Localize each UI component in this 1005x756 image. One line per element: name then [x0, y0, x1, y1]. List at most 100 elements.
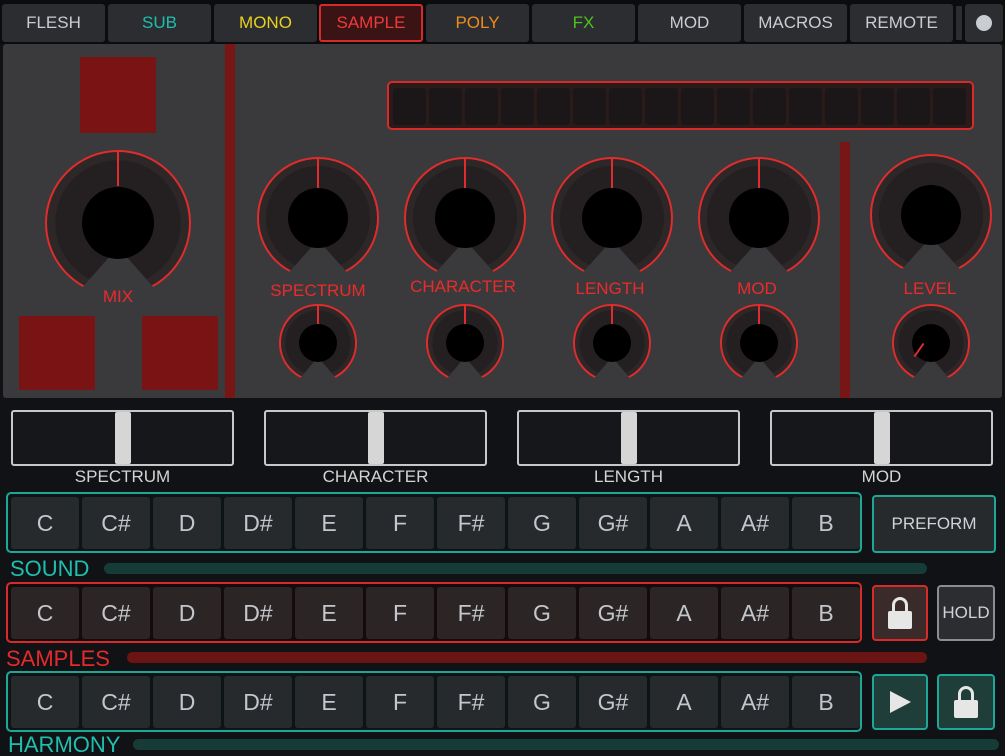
note-key[interactable]: G: [508, 676, 576, 728]
tab-flesh[interactable]: FLESH: [2, 4, 105, 42]
pad-top[interactable]: [80, 57, 156, 133]
note-key[interactable]: C#: [82, 676, 150, 728]
mod-mod-knob[interactable]: [720, 304, 798, 383]
note-key[interactable]: D: [153, 497, 221, 549]
seq-step[interactable]: [933, 88, 966, 125]
note-key[interactable]: D#: [224, 497, 292, 549]
samples-label: SAMPLES: [6, 646, 110, 671]
panel-divider-right: [840, 142, 850, 398]
seq-step[interactable]: [753, 88, 786, 125]
samples-lock-button[interactable]: [872, 585, 928, 641]
length-slider[interactable]: [517, 410, 740, 466]
seq-step[interactable]: [573, 88, 606, 125]
note-key[interactable]: F: [366, 587, 434, 639]
note-key[interactable]: A: [650, 676, 718, 728]
tab-sub[interactable]: SUB: [108, 4, 211, 42]
seq-step[interactable]: [681, 88, 714, 125]
mod-knob[interactable]: [698, 157, 820, 280]
length-knob[interactable]: [551, 157, 673, 280]
seq-step[interactable]: [861, 88, 894, 125]
tab-remote[interactable]: REMOTE: [850, 4, 953, 42]
slider-thumb[interactable]: [115, 412, 131, 464]
note-key[interactable]: G: [508, 587, 576, 639]
note-key[interactable]: B: [792, 497, 860, 549]
note-key[interactable]: F: [366, 497, 434, 549]
note-key[interactable]: A#: [721, 676, 789, 728]
tab-label: MONO: [239, 13, 292, 32]
note-key[interactable]: C#: [82, 497, 150, 549]
tab-label: FX: [572, 13, 595, 32]
seq-step[interactable]: [501, 88, 534, 125]
note-key[interactable]: B: [792, 676, 860, 728]
seq-step[interactable]: [897, 88, 930, 125]
tab-fx[interactable]: FX: [532, 4, 635, 42]
seq-step[interactable]: [465, 88, 498, 125]
note-key[interactable]: G#: [579, 497, 647, 549]
note-key[interactable]: A#: [721, 497, 789, 549]
mod-slider[interactable]: [770, 410, 993, 466]
seq-step[interactable]: [789, 88, 822, 125]
seq-step[interactable]: [537, 88, 570, 125]
slider-thumb[interactable]: [368, 412, 384, 464]
note-key[interactable]: C: [11, 587, 79, 639]
tab-label: SUB: [142, 13, 177, 32]
note-key[interactable]: E: [295, 587, 363, 639]
status-dot-icon[interactable]: [965, 4, 1003, 42]
level-label: LEVEL: [903, 279, 957, 298]
character-mod-knob[interactable]: [426, 304, 504, 383]
tab-macros[interactable]: MACROS: [744, 4, 847, 42]
pad-bottom-right[interactable]: [142, 316, 218, 390]
note-key[interactable]: A: [650, 587, 718, 639]
note-key[interactable]: A#: [721, 587, 789, 639]
note-key[interactable]: C#: [82, 587, 150, 639]
play-button[interactable]: [872, 674, 928, 730]
note-key[interactable]: D: [153, 676, 221, 728]
seq-step[interactable]: [645, 88, 678, 125]
note-key[interactable]: E: [295, 676, 363, 728]
tab-mod[interactable]: MOD: [638, 4, 741, 42]
harmony-label: HARMONY: [8, 732, 121, 756]
tab-mono[interactable]: MONO: [214, 4, 317, 42]
slider-thumb[interactable]: [621, 412, 637, 464]
level-knob[interactable]: [870, 154, 992, 277]
note-key[interactable]: D#: [224, 587, 292, 639]
spectrum-mod-knob[interactable]: [279, 304, 357, 383]
note-key[interactable]: F: [366, 676, 434, 728]
spectrum-slider[interactable]: [11, 410, 234, 466]
note-key[interactable]: F#: [437, 587, 505, 639]
harmony-lock-button[interactable]: [937, 674, 995, 730]
slider-thumb[interactable]: [874, 412, 890, 464]
mix-knob[interactable]: [45, 150, 191, 297]
harmony-key-row: C C# D D# E F F# G G# A A# B: [6, 671, 862, 732]
note-key[interactable]: D: [153, 587, 221, 639]
note-key[interactable]: G: [508, 497, 576, 549]
note-key[interactable]: E: [295, 497, 363, 549]
character-knob[interactable]: [404, 157, 526, 280]
seq-step[interactable]: [717, 88, 750, 125]
play-icon: [890, 691, 911, 713]
seq-step[interactable]: [393, 88, 426, 125]
tab-sample[interactable]: SAMPLE: [319, 4, 423, 42]
seq-step[interactable]: [429, 88, 462, 125]
note-key[interactable]: A: [650, 497, 718, 549]
note-key[interactable]: C: [11, 676, 79, 728]
lock-icon: [888, 597, 912, 629]
hold-button[interactable]: HOLD: [937, 585, 995, 641]
seq-step[interactable]: [825, 88, 858, 125]
note-key[interactable]: F#: [437, 497, 505, 549]
level-mod-knob[interactable]: [892, 304, 970, 383]
tab-poly[interactable]: POLY: [426, 4, 529, 42]
note-key[interactable]: G#: [579, 676, 647, 728]
note-key[interactable]: B: [792, 587, 860, 639]
pad-bottom-left[interactable]: [19, 316, 95, 390]
character-slider[interactable]: [264, 410, 487, 466]
length-mod-knob[interactable]: [573, 304, 651, 383]
seq-step[interactable]: [609, 88, 642, 125]
note-key[interactable]: G#: [579, 587, 647, 639]
spectrum-knob[interactable]: [257, 157, 379, 280]
note-key[interactable]: D#: [224, 676, 292, 728]
preform-button[interactable]: PREFORM: [872, 495, 996, 553]
spectrum-label: SPECTRUM: [270, 281, 366, 300]
note-key[interactable]: F#: [437, 676, 505, 728]
note-key[interactable]: C: [11, 497, 79, 549]
